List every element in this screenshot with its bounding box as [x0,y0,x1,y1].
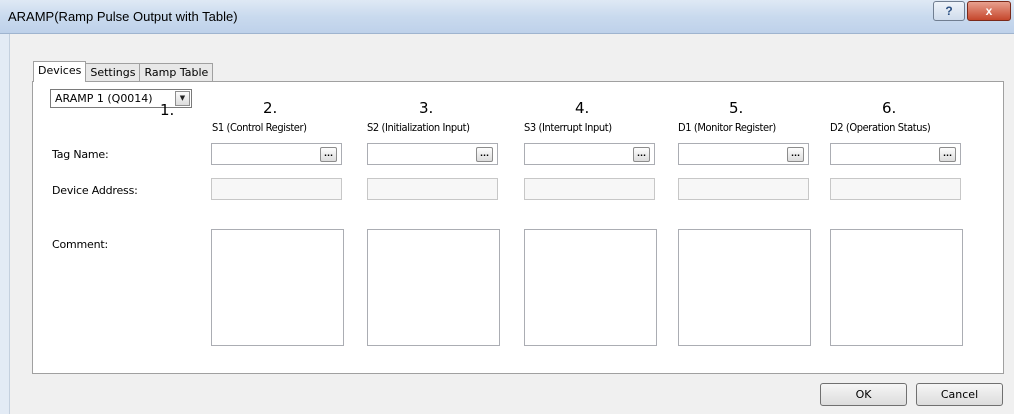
comment-d2-textarea[interactable] [830,229,963,346]
tag-name-s3-input[interactable]: ... [524,143,655,165]
chevron-down-icon[interactable]: ▼ [175,91,190,106]
comment-label: Comment: [52,238,108,251]
comment-s3-textarea[interactable] [524,229,657,346]
browse-d2-button[interactable]: ... [939,147,956,162]
column-header-d1: D1 (Monitor Register) [678,121,776,134]
device-address-label: Device Address: [52,184,138,197]
comment-d1-textarea[interactable] [678,229,811,346]
browse-s3-button[interactable]: ... [633,147,650,162]
window-title: ARAMP(Ramp Pulse Output with Table) [8,9,238,24]
instruction-select-value: ARAMP 1 (Q0014) [55,92,153,105]
browse-d1-button[interactable]: ... [787,147,804,162]
close-button[interactable]: x [967,1,1011,21]
ok-button[interactable]: OK [820,383,907,406]
tab-settings[interactable]: Settings [85,63,141,82]
tag-name-label: Tag Name: [52,148,109,161]
help-icon: ? [945,4,953,18]
tag-name-d2-input[interactable]: ... [830,143,961,165]
tag-name-s2-input[interactable]: ... [367,143,498,165]
callout-2: 2. [263,99,278,117]
column-header-s3: S3 (Interrupt Input) [524,121,612,134]
callout-1: 1. [160,101,175,119]
help-button[interactable]: ? [933,1,965,21]
title-bar: ARAMP(Ramp Pulse Output with Table) ? x [0,0,1014,34]
callout-5: 5. [729,99,744,117]
comment-s1-textarea[interactable] [211,229,344,346]
cancel-button[interactable]: Cancel [916,383,1003,406]
window-frame-edge [0,34,10,414]
callout-6: 6. [882,99,897,117]
device-address-s2 [367,178,498,200]
column-header-s2: S2 (Initialization Input) [367,121,470,134]
tab-devices[interactable]: Devices [33,61,87,82]
browse-s2-button[interactable]: ... [476,147,493,162]
device-address-d2 [830,178,961,200]
column-header-s1: S1 (Control Register) [212,121,307,134]
device-address-d1 [678,178,809,200]
column-header-d2: D2 (Operation Status) [830,121,931,134]
device-address-s3 [524,178,655,200]
tab-bar: Devices Settings Ramp Table [33,61,214,82]
tag-name-s1-input[interactable]: ... [211,143,342,165]
device-address-s1 [211,178,342,200]
browse-s1-button[interactable]: ... [320,147,337,162]
tag-name-d1-input[interactable]: ... [678,143,809,165]
callout-4: 4. [575,99,590,117]
tab-ramp-table[interactable]: Ramp Table [139,63,214,82]
close-icon: x [985,4,993,18]
callout-3: 3. [419,99,434,117]
comment-s2-textarea[interactable] [367,229,500,346]
